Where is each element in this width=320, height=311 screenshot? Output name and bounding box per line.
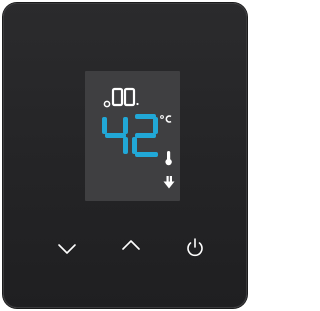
temperature-digits [102,114,158,157]
top-readout [103,87,139,108]
down-button[interactable] [52,234,82,264]
chevron-down-icon [58,244,76,254]
up-button[interactable] [116,231,146,261]
power-icon [187,238,203,257]
display-graphics [102,87,175,189]
chevron-up-icon [122,240,140,250]
unit-celsius [160,115,172,123]
power-button[interactable] [180,232,210,262]
lcd-display [85,71,180,201]
temperature-digit-4 [102,117,128,154]
heating-down-arrow-icon [163,176,175,189]
thermometer-icon [165,151,172,166]
thermostat-panel [3,3,247,308]
temperature-digit-2 [132,114,158,157]
